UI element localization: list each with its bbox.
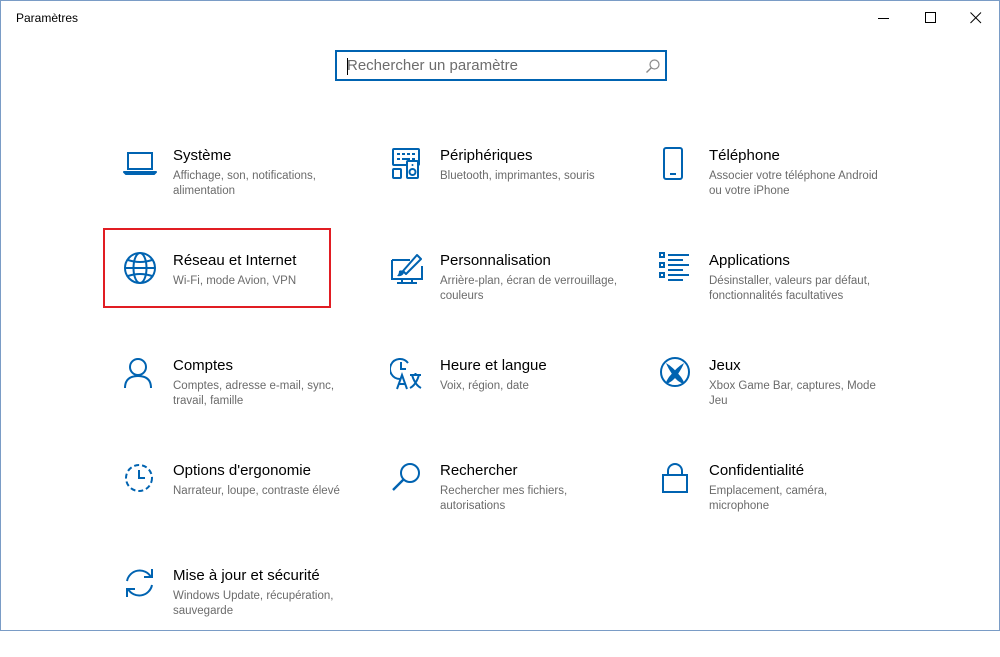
settings-item-jeux[interactable]: Jeux Xbox Game Bar, captures, Mode Jeu (659, 357, 899, 447)
time-language-icon (390, 358, 422, 390)
item-description: Wi-Fi, mode Avion, VPN (173, 275, 297, 287)
settings-item-mise-a-jour[interactable]: Mise à jour et sécurité Windows Update, … (123, 567, 363, 657)
item-title: Options d'ergonomie (173, 462, 311, 479)
search-icon[interactable] (645, 58, 661, 74)
item-description: Arrière-plan, écran de verrouillage, cou… (440, 275, 618, 302)
settings-item-peripheriques[interactable]: Périphériques Bluetooth, imprimantes, so… (390, 147, 630, 237)
minimize-button[interactable] (861, 1, 907, 35)
settings-item-personnalisation[interactable]: Personnalisation Arrière-plan, écran de … (390, 252, 630, 342)
magnifier-icon (392, 463, 420, 491)
maximize-button[interactable] (908, 1, 954, 35)
laptop-icon (123, 152, 157, 175)
person-icon (124, 358, 152, 389)
lock-icon (662, 463, 688, 493)
settings-item-applications[interactable]: Applications Désinstaller, valeurs par d… (659, 252, 899, 342)
item-description: Xbox Game Bar, captures, Mode Jeu (709, 380, 876, 407)
item-description: Bluetooth, imprimantes, souris (440, 170, 595, 182)
settings-item-telephone[interactable]: Téléphone Associer votre téléphone Andro… (659, 147, 899, 237)
item-title: Réseau et Internet (173, 252, 297, 269)
item-title: Système (173, 147, 232, 164)
paintbrush-icon (391, 254, 423, 284)
settings-item-confidentialite[interactable]: Confidentialité Emplacement, caméra, mic… (659, 462, 899, 552)
ease-of-access-icon (125, 464, 153, 492)
item-title: Personnalisation (440, 252, 551, 269)
settings-item-ergonomie[interactable]: Options d'ergonomie Narrateur, loupe, co… (123, 462, 363, 552)
settings-item-systeme[interactable]: Système Affichage, son, notifications, a… (123, 147, 363, 237)
item-title: Mise à jour et sécurité (173, 567, 320, 584)
item-description: Désinstaller, valeurs par défaut, foncti… (709, 275, 871, 302)
title-bar: Paramètres (1, 1, 999, 35)
item-title: Heure et langue (440, 357, 547, 374)
item-title: Confidentialité (709, 462, 805, 479)
maximize-icon (925, 12, 936, 23)
update-icon (126, 569, 153, 597)
settings-item-heure-langue[interactable]: Heure et langue Voix, région, date (390, 357, 630, 447)
item-title: Jeux (709, 357, 741, 374)
item-title: Comptes (173, 357, 234, 374)
item-title: Périphériques (440, 147, 533, 164)
item-description: Windows Update, récupération, sauvegarde (173, 590, 334, 617)
item-description: Comptes, adresse e-mail, sync, travail, … (173, 380, 335, 407)
xbox-icon (660, 357, 690, 387)
item-description: Narrateur, loupe, contraste élevé (173, 485, 340, 497)
item-description: Associer votre téléphone Android ou votr… (709, 170, 878, 197)
settings-item-rechercher[interactable]: Rechercher Rechercher mes fichiers, auto… (390, 462, 630, 552)
item-title: Rechercher (440, 462, 518, 479)
window-title: Paramètres (16, 11, 79, 25)
settings-item-reseau-internet[interactable]: Réseau et Internet Wi-Fi, mode Avion, VP… (123, 252, 363, 342)
settings-item-comptes[interactable]: Comptes Comptes, adresse e-mail, sync, t… (123, 357, 363, 447)
item-description: Voix, région, date (440, 380, 529, 392)
item-description: Affichage, son, notifications, alimentat… (173, 170, 316, 197)
globe-icon (124, 252, 156, 284)
search-box[interactable] (335, 50, 667, 81)
search-input[interactable] (337, 52, 647, 79)
close-button[interactable] (953, 1, 999, 35)
item-title: Téléphone (709, 147, 780, 164)
item-description: Rechercher mes fichiers, autorisations (440, 485, 568, 512)
phone-icon (663, 147, 683, 180)
minimize-icon (878, 18, 889, 19)
item-description: Emplacement, caméra, microphone (709, 485, 828, 512)
apps-list-icon (659, 252, 689, 281)
close-icon (970, 12, 982, 24)
item-title: Applications (709, 252, 790, 269)
devices-icon (392, 148, 420, 179)
text-caret (347, 58, 348, 75)
